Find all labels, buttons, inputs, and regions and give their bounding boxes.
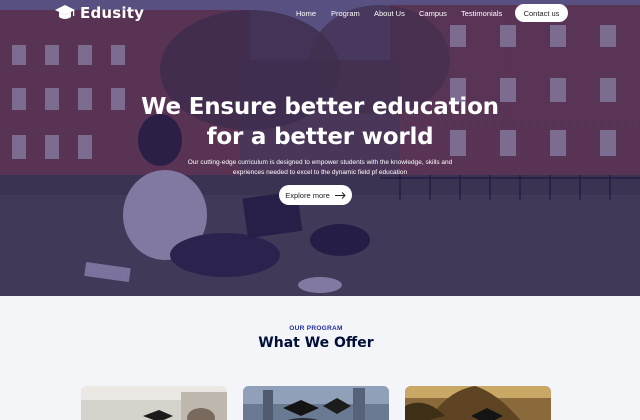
program-eyebrow: OUR PROGRAM: [289, 325, 343, 332]
hero-subtitle-line1: Our cutting-edge curriculum is designed …: [187, 159, 453, 166]
graduation-caps-photo: [243, 386, 389, 420]
program-card-2[interactable]: [243, 386, 389, 420]
contact-us-button[interactable]: Contact us: [515, 4, 568, 22]
nav-testimonials-link[interactable]: Testimonials: [461, 9, 502, 18]
graduates-photo: [81, 386, 227, 420]
graduate-outdoors-photo: [405, 386, 551, 420]
hero-subtitle: Our cutting-edge curriculum is designed …: [170, 158, 470, 178]
hero-title-line1: We Ensure better education: [141, 94, 499, 120]
program-card-3[interactable]: [405, 386, 551, 420]
navbar: Edusity Home Program About Us Campus Tes…: [0, 0, 640, 28]
arrow-right-icon: [334, 191, 346, 199]
nav-program-link[interactable]: Program: [331, 9, 360, 18]
nav-campus-link[interactable]: Campus: [419, 9, 447, 18]
program-card-1[interactable]: [81, 386, 227, 420]
hero-title-line2: for a better world: [206, 124, 434, 150]
explore-more-label: Explore more: [285, 190, 330, 200]
hero-subtitle-line2: expriences needed to excel to the dynami…: [232, 169, 408, 176]
nav-home-link[interactable]: Home: [296, 9, 316, 18]
explore-more-button[interactable]: Explore more: [279, 185, 352, 205]
hero-title: We Ensure better education for a better …: [120, 92, 520, 152]
nav-about-link[interactable]: About Us: [374, 9, 405, 18]
hero-section: Edusity Home Program About Us Campus Tes…: [0, 0, 640, 296]
program-title: What We Offer: [258, 335, 374, 351]
